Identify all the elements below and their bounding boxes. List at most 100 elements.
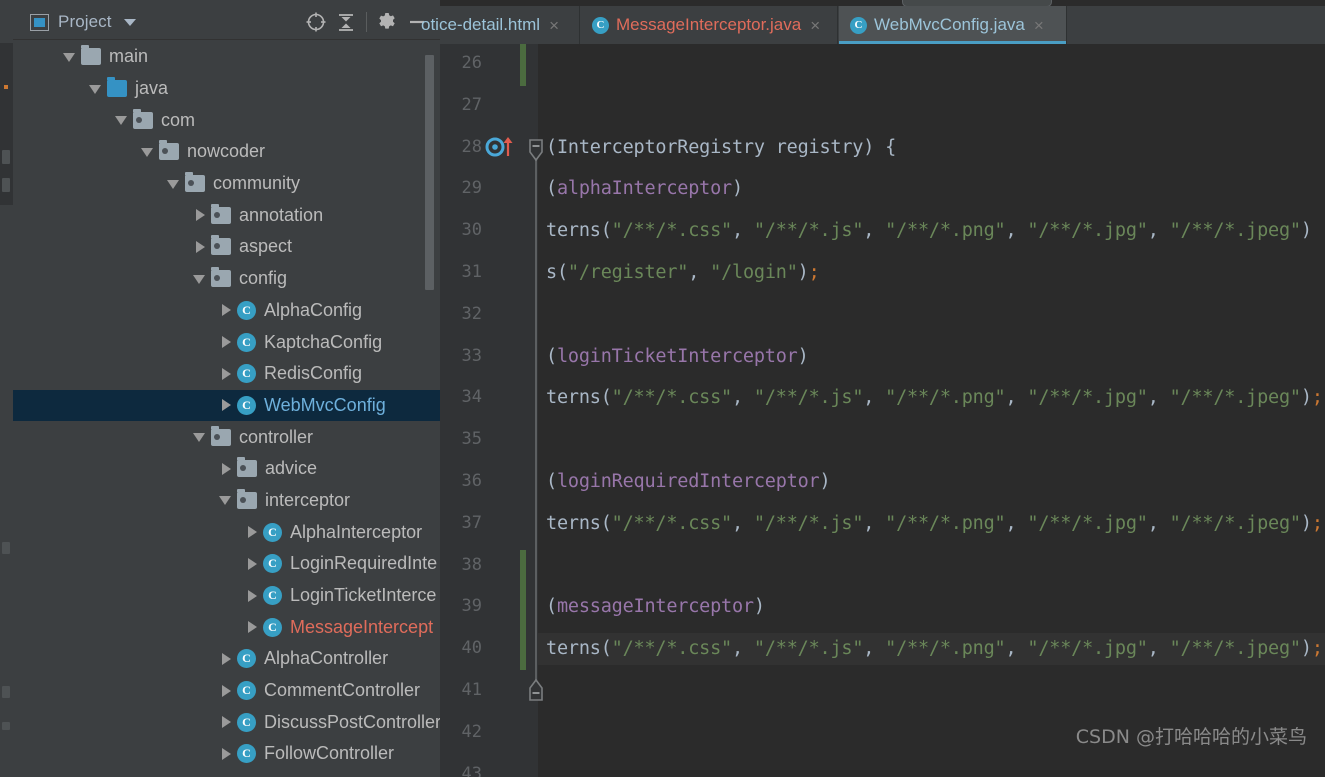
editor-gutter[interactable]: 26 27 28 29 30 31 32 33 34 35 36 37 38 39 40 41 42 43	[440, 44, 543, 777]
code-token: (	[600, 638, 612, 660]
gear-icon[interactable]	[372, 9, 402, 35]
code-editor[interactable]: 26 27 28 29 30 31 32 33 34 35 36 37 38 39 40 41 42 43 (In…	[440, 44, 1325, 777]
chevron-right-icon[interactable]	[243, 555, 261, 573]
tree-item-label: aspect	[239, 236, 293, 257]
chevron-right-icon[interactable]	[243, 618, 261, 636]
code-token: (	[600, 387, 612, 409]
editor-tab-messageinterceptor-java[interactable]: C MessageInterceptor.java ×	[581, 6, 838, 44]
chevron-down-icon[interactable]	[165, 175, 183, 193]
left-strip-stub-4[interactable]	[2, 686, 10, 698]
project-tree[interactable]: main java com nowcoder community annotation as…	[13, 41, 440, 777]
left-tool-window-strip[interactable]	[0, 0, 14, 777]
chevron-down-icon[interactable]	[139, 143, 157, 161]
close-icon[interactable]: ×	[549, 17, 559, 34]
tree-item-alphacontroller[interactable]: C AlphaController	[13, 643, 440, 675]
tree-item-aspect[interactable]: aspect	[13, 231, 440, 263]
code-token: ,	[731, 387, 754, 409]
gutter-line-number: 36	[461, 471, 482, 491]
code-token: s	[546, 262, 557, 283]
tree-item-followcontroller[interactable]: C FollowController	[13, 738, 440, 770]
code-token: "/**/*.jpg"	[1027, 387, 1148, 409]
chevron-down-icon[interactable]	[113, 111, 131, 129]
left-strip-stub-5[interactable]	[2, 722, 10, 730]
left-strip-stub-2[interactable]	[2, 178, 10, 192]
gutter-line-number: 42	[461, 721, 482, 742]
chevron-right-icon[interactable]	[217, 460, 235, 478]
code-token: "/**/*.jpeg"	[1169, 512, 1301, 534]
locate-icon[interactable]	[301, 9, 331, 35]
tree-item-main[interactable]: main	[13, 41, 440, 73]
tree-item-community[interactable]: community	[13, 168, 440, 200]
chevron-right-icon[interactable]	[217, 396, 235, 414]
gutter-line-number: 34	[461, 387, 482, 408]
project-tree-scrollbar[interactable]	[425, 55, 434, 290]
chevron-down-icon[interactable]	[87, 80, 105, 98]
tree-item-alphainterceptor[interactable]: C AlphaInterceptor	[13, 516, 440, 548]
tree-item-java[interactable]: java	[13, 73, 440, 105]
gutter-line-number: 40	[461, 638, 482, 659]
chevron-down-icon[interactable]	[191, 428, 209, 446]
tree-item-label: advice	[265, 458, 318, 479]
code-token: ,	[731, 220, 754, 242]
collapse-all-icon[interactable]	[331, 9, 361, 35]
tree-item-annotation[interactable]: annotation	[13, 199, 440, 231]
tree-item-label: KaptchaConfig	[264, 331, 383, 352]
toolbar-divider	[366, 12, 367, 32]
code-line-39: (messageInterceptor)	[546, 596, 765, 617]
java-class-icon: C	[237, 681, 256, 701]
project-window-icon	[30, 13, 49, 31]
code-token: "/**/*.jpg"	[1027, 512, 1148, 534]
chevron-right-icon[interactable]	[191, 206, 209, 224]
folder-pkg-icon	[159, 140, 179, 161]
chevron-right-icon[interactable]	[243, 587, 261, 605]
chevron-right-icon[interactable]	[217, 745, 235, 763]
chevron-right-icon[interactable]	[217, 333, 235, 351]
tree-item-nowcoder[interactable]: nowcoder	[13, 136, 440, 168]
tree-item-controller[interactable]: controller	[13, 421, 440, 453]
code-line-31: s("/register", "/login");	[546, 262, 820, 283]
tree-item-advice[interactable]: advice	[13, 453, 440, 485]
close-icon[interactable]: ×	[1034, 17, 1044, 34]
tree-item-config[interactable]: config	[13, 263, 440, 295]
code-content[interactable]: (InterceptorRegistry registry) {(alphaIn…	[538, 44, 1325, 777]
tree-item-com[interactable]: com	[13, 104, 440, 136]
chevron-down-icon[interactable]	[123, 18, 136, 26]
chevron-down-icon[interactable]	[61, 48, 79, 66]
code-token: )	[797, 345, 809, 367]
editor-tab-otice-detail-html[interactable]: otice-detail.html ×	[410, 6, 580, 44]
tree-item-kaptchaconfig[interactable]: C KaptchaConfig	[13, 326, 440, 358]
java-class-icon: C	[263, 617, 282, 637]
tree-item-loginticketinterce[interactable]: C LoginTicketInterce	[13, 580, 440, 612]
editor-tab-webmvcconfig-java[interactable]: C WebMvcConfig.java ×	[839, 6, 1067, 44]
chevron-right-icon[interactable]	[217, 682, 235, 700]
gutter-line-number: 35	[461, 429, 482, 450]
tree-item-alphaconfig[interactable]: C AlphaConfig	[13, 295, 440, 327]
chevron-right-icon[interactable]	[217, 650, 235, 668]
tree-item-label: DiscussPostController	[264, 711, 440, 732]
folder-pkg-icon	[211, 267, 231, 288]
override-method-icon[interactable]	[485, 136, 519, 158]
code-token: ,	[863, 387, 886, 409]
close-icon[interactable]: ×	[810, 17, 820, 34]
chevron-right-icon[interactable]	[217, 365, 235, 383]
folder-pkg-icon	[211, 235, 231, 256]
code-token: "/login"	[710, 262, 798, 283]
code-line-37: terns("/**/*.css", "/**/*.js", "/**/*.pn…	[546, 513, 1323, 534]
chevron-down-icon[interactable]	[191, 270, 209, 288]
chevron-right-icon[interactable]	[217, 301, 235, 319]
chevron-right-icon[interactable]	[191, 238, 209, 256]
chevron-down-icon[interactable]	[217, 491, 235, 509]
chevron-right-icon[interactable]	[243, 523, 261, 541]
tree-item-discusspostcontroller[interactable]: C DiscussPostController	[13, 706, 440, 738]
tree-item-redisconfig[interactable]: C RedisConfig	[13, 358, 440, 390]
tree-item-label: java	[135, 78, 169, 99]
tree-item-commentcontroller[interactable]: C CommentController	[13, 675, 440, 707]
tree-item-loginrequiredinte[interactable]: C LoginRequiredInte	[13, 548, 440, 580]
tree-item-messageintercept[interactable]: C MessageIntercept	[13, 611, 440, 643]
left-strip-stub-1[interactable]	[2, 150, 10, 164]
left-strip-stub-3[interactable]	[2, 542, 10, 554]
tree-item-interceptor[interactable]: interceptor	[13, 485, 440, 517]
chevron-right-icon[interactable]	[217, 713, 235, 731]
tree-item-webmvcconfig[interactable]: C WebMvcConfig	[13, 389, 440, 422]
folder-plain-icon	[81, 45, 101, 66]
